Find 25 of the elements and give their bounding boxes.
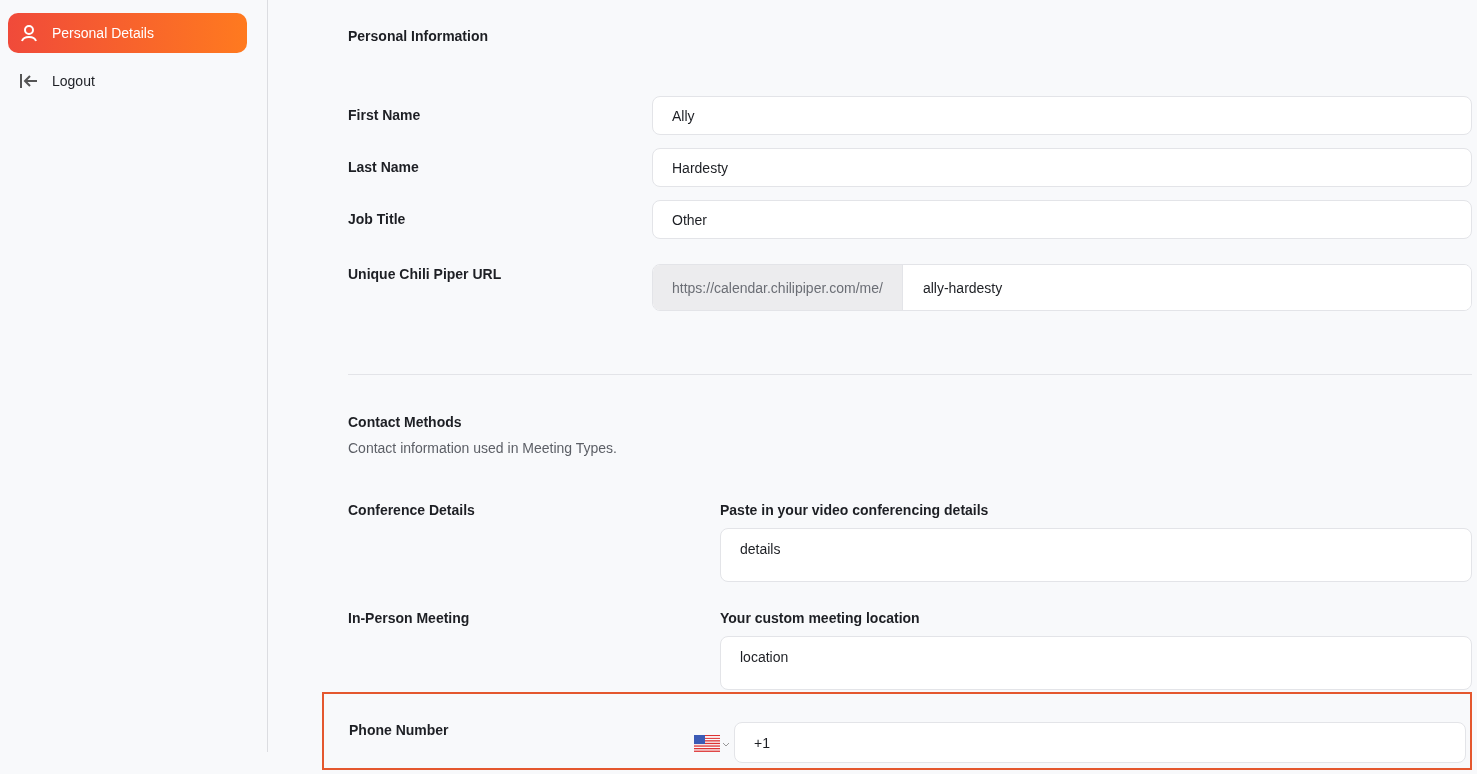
input-field[interactable]: Ally: [652, 96, 1472, 135]
chevron-down-icon: [722, 741, 730, 747]
user-icon: [20, 24, 38, 42]
phone-input[interactable]: +1: [734, 722, 1466, 763]
input-field[interactable]: Hardesty: [652, 148, 1472, 187]
field-label: Job Title: [348, 210, 407, 227]
text-area[interactable]: details: [720, 528, 1472, 582]
flag-icon: [694, 735, 720, 753]
text-area[interactable]: location: [720, 636, 1472, 690]
field-heading: Paste in your video conferencing details: [720, 502, 990, 518]
url-field[interactable]: https://calendar.chilipiper.com/me/ ally-hardesty: [652, 264, 1472, 311]
sidebar-item[interactable]: Logout: [8, 61, 247, 101]
logout-icon: [20, 74, 38, 88]
field-label: Last Name: [348, 158, 420, 175]
field-heading: Your custom meeting location: [720, 610, 921, 626]
section-title: Personal Information: [348, 28, 490, 44]
field-label: Unique Chili Piper URL: [348, 265, 503, 282]
field-label: In-Person Meeting: [348, 610, 471, 626]
field-label: First Name: [348, 106, 422, 123]
section-title: Contact Methods: [348, 414, 463, 430]
input-field[interactable]: Other: [652, 200, 1472, 239]
section-description: Contact information used in Meeting Types.: [348, 440, 618, 456]
field-label: Phone Number: [349, 722, 450, 738]
url-prefix: https://calendar.chilipiper.com/me/: [653, 265, 903, 310]
field-label: Conference Details: [348, 502, 476, 518]
